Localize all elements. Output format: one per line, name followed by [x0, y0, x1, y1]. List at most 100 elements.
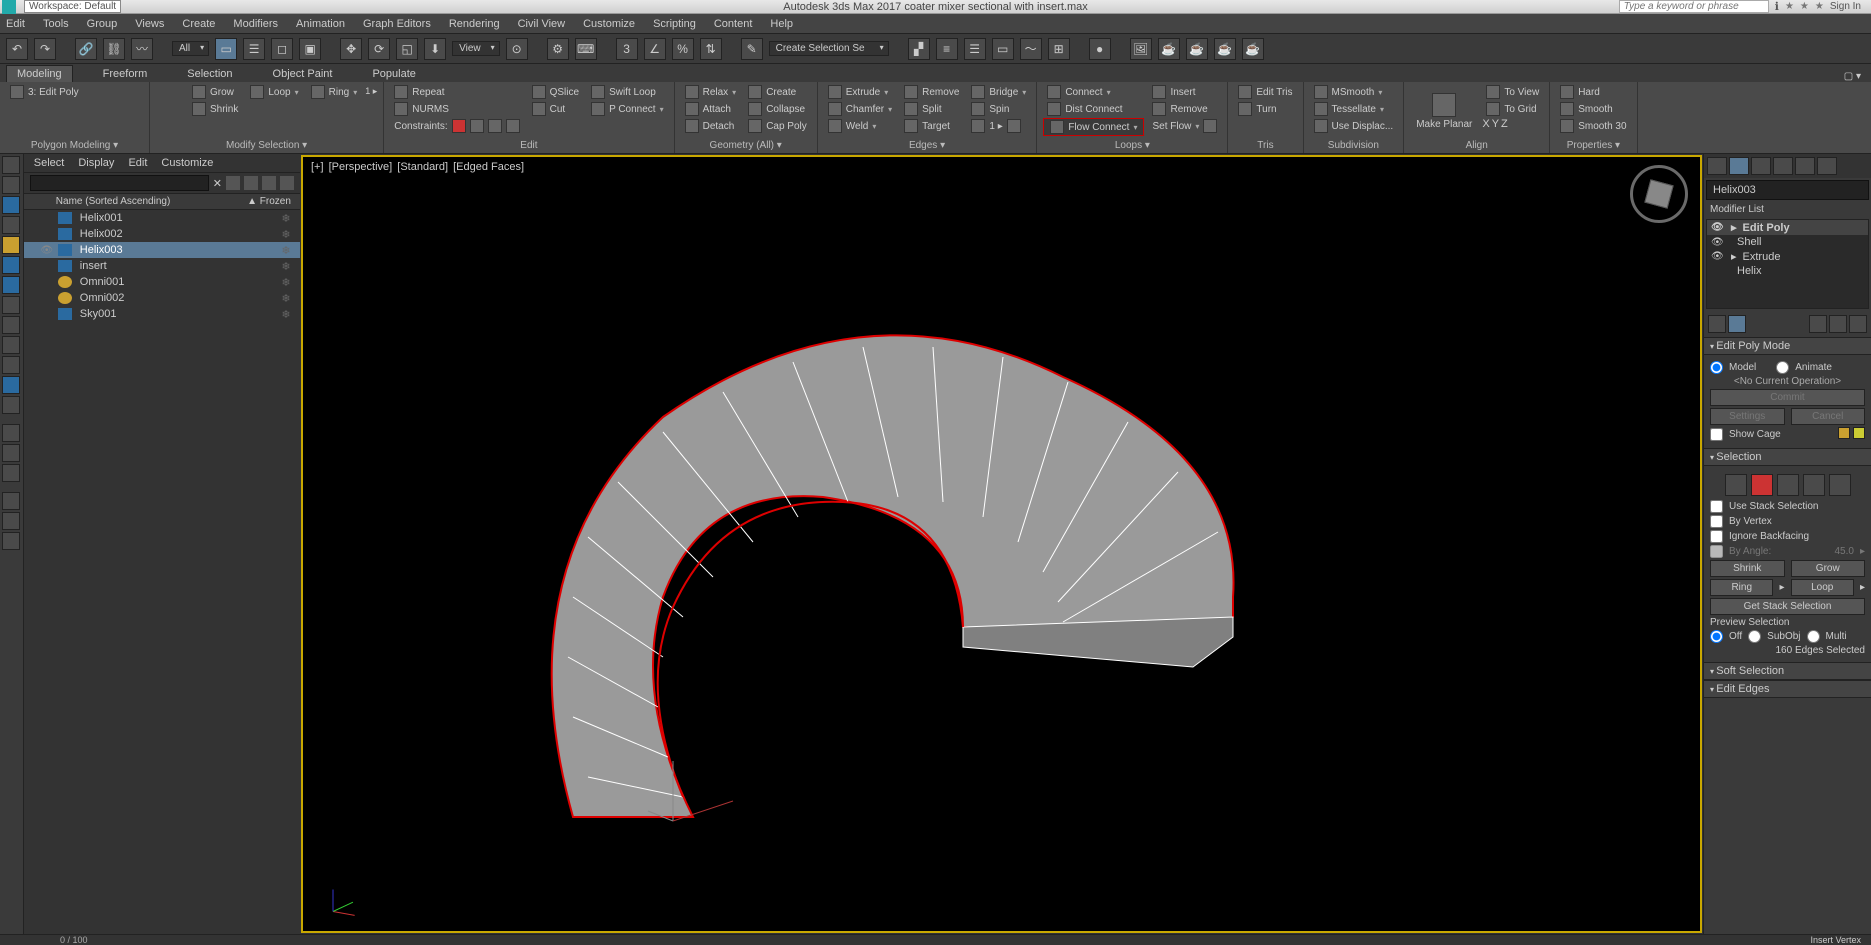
msmooth-button[interactable]: MSmooth — [1310, 84, 1398, 100]
attach-button[interactable]: Attach — [681, 101, 741, 117]
rollout-edit-poly-mode[interactable]: Edit Poly Mode — [1704, 337, 1871, 355]
rotate-button[interactable]: ⟳ — [368, 38, 390, 60]
detach-button[interactable]: Detach — [681, 118, 741, 134]
tab-object-paint[interactable]: Object Paint — [263, 66, 343, 82]
render-iterative-button[interactable]: ☕ — [1214, 38, 1236, 60]
cap-poly-button[interactable]: Cap Poly — [744, 118, 811, 134]
scene-item-omni001[interactable]: Omni001❄ — [24, 274, 300, 290]
menu-animation[interactable]: Animation — [296, 18, 345, 30]
hierarchy-panel-tab[interactable] — [1751, 157, 1771, 175]
vertex-so-button[interactable] — [1725, 474, 1747, 496]
curve-editor-button[interactable]: 〜 — [1020, 38, 1042, 60]
scene-item-sky001[interactable]: Sky001❄ — [24, 306, 300, 322]
se-menu-customize[interactable]: Customize — [161, 157, 213, 169]
show-cage-checkbox[interactable] — [1710, 428, 1723, 441]
tool-icon[interactable] — [2, 336, 20, 354]
se-menu-edit[interactable]: Edit — [128, 157, 147, 169]
collapse-button[interactable]: Collapse — [744, 101, 811, 117]
make-unique-icon[interactable] — [1809, 315, 1827, 333]
preview-multi-radio[interactable] — [1807, 630, 1820, 643]
redo-button[interactable]: ↷ — [34, 38, 56, 60]
material-editor-button[interactable]: ● — [1089, 38, 1111, 60]
bind-spacewarp-button[interactable]: 〰 — [131, 38, 153, 60]
set-flow-button[interactable]: Set Flow — [1148, 118, 1221, 134]
link-button[interactable]: 🔗 — [75, 38, 97, 60]
grow-button[interactable]: Grow — [188, 84, 242, 100]
edit-named-sel-button[interactable]: ✎ — [741, 38, 763, 60]
create-panel-tab[interactable] — [1707, 157, 1727, 175]
select-object-button[interactable]: ▭ — [215, 38, 237, 60]
display-panel-tab[interactable] — [1795, 157, 1815, 175]
spinner-1[interactable]: 1 ▸ — [967, 118, 1030, 134]
p-connect-button[interactable]: P Connect — [587, 101, 668, 117]
utilities-panel-tab[interactable] — [1817, 157, 1837, 175]
menu-civil-view[interactable]: Civil View — [518, 18, 565, 30]
by-angle-checkbox[interactable] — [1710, 545, 1723, 558]
percent-snap-button[interactable]: % — [672, 38, 694, 60]
by-vertex-checkbox[interactable] — [1710, 515, 1723, 528]
tool-icon[interactable] — [2, 276, 20, 294]
tool-icon[interactable] — [2, 316, 20, 334]
menu-modifiers[interactable]: Modifiers — [233, 18, 278, 30]
select-by-name-button[interactable]: ☰ — [243, 38, 265, 60]
layer-explorer-button[interactable]: ☰ — [964, 38, 986, 60]
repeat-button[interactable]: Repeat — [390, 84, 523, 100]
cancel-button[interactable]: Cancel — [1791, 408, 1866, 425]
scene-item-helix003[interactable]: 👁Helix003❄ — [24, 242, 300, 258]
to-view-button[interactable]: To View — [1482, 84, 1543, 100]
undo-button[interactable]: ↶ — [6, 38, 28, 60]
nurms-button[interactable]: NURMS — [390, 101, 523, 117]
schematic-view-button[interactable]: ⊞ — [1048, 38, 1070, 60]
column-name-header[interactable]: Name (Sorted Ascending) — [56, 196, 244, 207]
menu-tools[interactable]: Tools — [43, 18, 69, 30]
viewport-label[interactable]: [+] [Perspective] [Standard] [Edged Face… — [311, 161, 526, 173]
scale-button[interactable]: ◱ — [396, 38, 418, 60]
align-x-button[interactable]: X — [1482, 118, 1489, 130]
configure-sets-icon[interactable] — [1849, 315, 1867, 333]
settings-button[interactable]: Settings — [1710, 408, 1785, 425]
favorite-star-icon[interactable]: ★ — [1815, 1, 1824, 12]
target-weld-button[interactable]: Target — [900, 118, 963, 134]
tool-icon[interactable] — [2, 424, 20, 442]
tool-icon[interactable] — [2, 156, 20, 174]
menu-scripting[interactable]: Scripting — [653, 18, 696, 30]
object-name-field[interactable]: Helix003 — [1706, 180, 1869, 200]
weld-button[interactable]: Weld — [824, 118, 896, 134]
spin-button[interactable]: Spin — [967, 101, 1030, 117]
ref-coord-dropdown[interactable]: View — [452, 41, 500, 56]
help-search-input[interactable] — [1619, 0, 1769, 13]
tessellate-button[interactable]: Tessellate — [1310, 101, 1398, 117]
bridge-button[interactable]: Bridge — [967, 84, 1030, 100]
pivot-center-button[interactable]: ⊙ — [506, 38, 528, 60]
extrude-button[interactable]: Extrude — [824, 84, 896, 100]
menu-edit[interactable]: Edit — [6, 18, 25, 30]
show-end-result-icon[interactable] — [1728, 315, 1746, 333]
cut-button[interactable]: Cut — [528, 101, 583, 117]
ignore-backfacing-checkbox[interactable] — [1710, 530, 1723, 543]
remove-loop-button[interactable]: Remove — [1148, 101, 1221, 117]
scene-item-helix001[interactable]: Helix001❄ — [24, 210, 300, 226]
time-slider[interactable]: 0 / 100 — [60, 935, 88, 945]
remove-modifier-icon[interactable] — [1829, 315, 1847, 333]
unlink-button[interactable]: ⛓ — [103, 38, 125, 60]
make-planar-button[interactable]: Make Planar — [1410, 84, 1478, 139]
pin-stack-icon[interactable] — [1708, 315, 1726, 333]
snap-toggle-button[interactable]: 3 — [616, 38, 638, 60]
shrink-sel-button[interactable]: Shrink — [1710, 560, 1785, 577]
ring-sel-button[interactable]: Ring — [1710, 579, 1773, 596]
animate-radio[interactable] — [1776, 361, 1789, 374]
tool-icon[interactable] — [2, 356, 20, 374]
tool-icon[interactable] — [2, 396, 20, 414]
scene-item-insert[interactable]: insert❄ — [24, 258, 300, 274]
signin-button[interactable]: Sign In — [1830, 1, 1861, 12]
tool-icon[interactable] — [2, 492, 20, 510]
display-icon[interactable] — [280, 176, 294, 190]
align-button[interactable]: ≡ — [936, 38, 958, 60]
get-stack-sel-button[interactable]: Get Stack Selection — [1710, 598, 1865, 615]
edit-tris-button[interactable]: Edit Tris — [1234, 84, 1296, 100]
tool-icon[interactable] — [2, 296, 20, 314]
filter-icon[interactable] — [226, 176, 240, 190]
scene-filter-input[interactable] — [30, 175, 209, 191]
tab-populate[interactable]: Populate — [362, 66, 425, 82]
lock-icon[interactable] — [244, 176, 258, 190]
